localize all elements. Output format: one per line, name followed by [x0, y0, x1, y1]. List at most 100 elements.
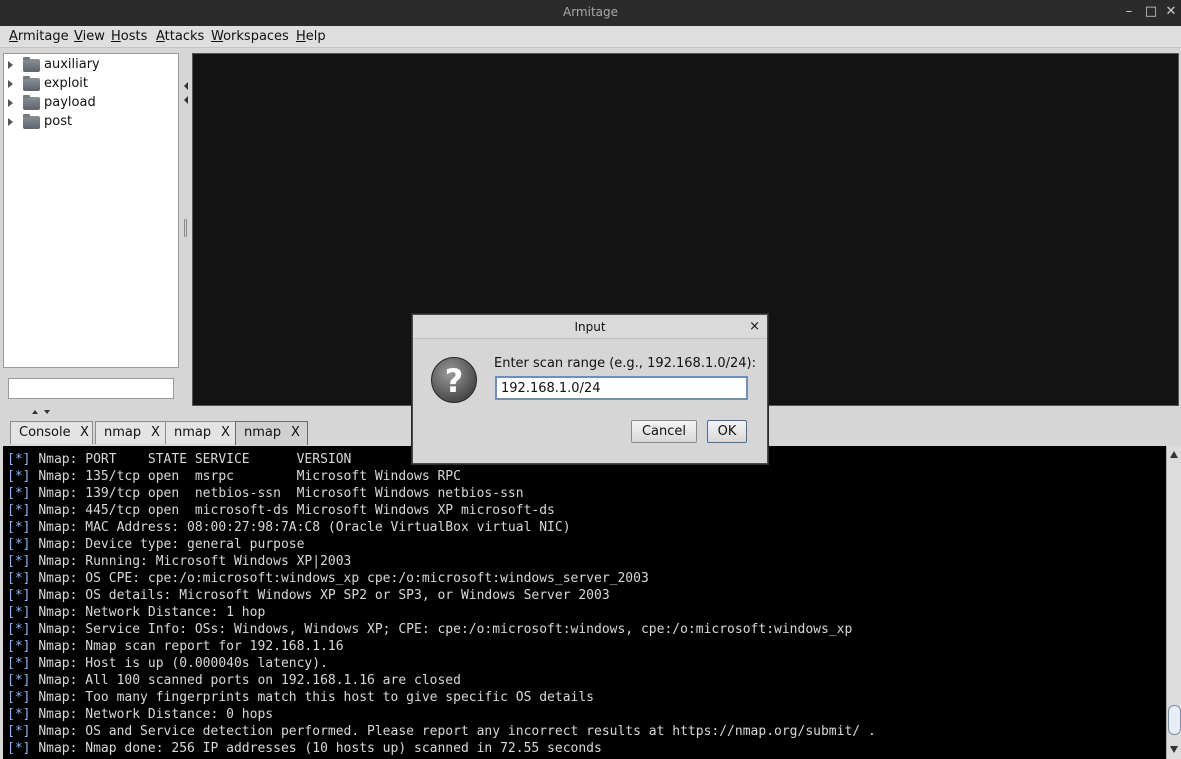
- menu-bar: Armitage View Hosts Attacks Workspaces H…: [0, 26, 1181, 48]
- console-line-prefix: [*]: [7, 503, 31, 518]
- folder-icon: [23, 57, 40, 72]
- console-scrollbar[interactable]: [1166, 446, 1181, 759]
- console-line: [*] Nmap: 139/tcp open netbios-ssn Micro…: [7, 486, 524, 503]
- console-line-text: Nmap: Too many fingerprints match this h…: [38, 690, 595, 705]
- collapse-left-icon[interactable]: [184, 96, 188, 104]
- console-line-prefix: [*]: [7, 486, 31, 501]
- tab-label: nmap: [244, 425, 282, 440]
- scroll-down-icon[interactable]: [1170, 746, 1178, 753]
- expand-down-icon[interactable]: [44, 410, 50, 414]
- console-line: [*] Nmap: Host is up (0.000040s latency)…: [7, 656, 328, 673]
- console-line: [*] Nmap: OS details: Microsoft Windows …: [7, 588, 610, 605]
- expand-triangle-icon[interactable]: [8, 99, 13, 107]
- menu-view[interactable]: View: [74, 29, 105, 44]
- tab-close-icon[interactable]: X: [80, 425, 89, 440]
- menu-armitage[interactable]: Armitage: [9, 29, 69, 44]
- console-line-prefix: [*]: [7, 622, 31, 637]
- console-line: [*] Nmap: OS and Service detection perfo…: [7, 724, 876, 741]
- console-line: [*] Nmap: Device type: general purpose: [7, 537, 304, 554]
- tab-nmap-active[interactable]: nmap X: [235, 421, 308, 445]
- cancel-button[interactable]: Cancel: [631, 420, 697, 443]
- tab-close-icon[interactable]: X: [151, 425, 160, 440]
- tree-item-label: post: [44, 114, 73, 129]
- input-dialog: Input × ? Enter scan range (e.g., 192.16…: [412, 314, 768, 464]
- console-output[interactable]: [*] Nmap: PORT STATE SERVICE VERSION [*] …: [3, 446, 1166, 759]
- tab-label: Console: [19, 425, 71, 440]
- console-line-text: Nmap: OS CPE: cpe:/o:microsoft:windows_x…: [38, 571, 649, 586]
- console-line-text: Nmap: Nmap done: 256 IP addresses (10 ho…: [38, 741, 602, 756]
- console-line: [*] Nmap: 445/tcp open microsoft-ds Micr…: [7, 503, 555, 520]
- expand-triangle-icon[interactable]: [8, 80, 13, 88]
- tree-item-label: payload: [44, 95, 96, 110]
- console-line-prefix: [*]: [7, 554, 31, 569]
- menu-attacks[interactable]: Attacks: [156, 29, 204, 44]
- console-line: [*] Nmap: Nmap scan report for 192.168.1…: [7, 639, 344, 656]
- console-line: [*] Nmap: Too many fingerprints match th…: [7, 690, 594, 707]
- tree-item-label: exploit: [44, 76, 88, 91]
- close-icon[interactable]: ✕: [1163, 4, 1179, 20]
- menu-help[interactable]: Help: [296, 29, 326, 44]
- console-line-prefix: [*]: [7, 707, 31, 722]
- window-titlebar: Armitage – □ ✕: [0, 0, 1181, 26]
- console-line-text: Nmap: Network Distance: 0 hops: [38, 707, 274, 722]
- console-line: [*] Nmap: PORT STATE SERVICE VERSION: [7, 452, 351, 469]
- scan-range-label: Enter scan range (e.g., 192.168.1.0/24):: [494, 356, 757, 371]
- tab-nmap[interactable]: nmap X: [95, 421, 167, 444]
- scroll-thumb[interactable]: [1168, 705, 1181, 735]
- question-icon: ?: [431, 357, 477, 403]
- splitter-grip-icon[interactable]: [184, 219, 187, 237]
- console-line-prefix: [*]: [7, 639, 31, 654]
- console-line-prefix: [*]: [7, 520, 31, 535]
- module-search-input[interactable]: [8, 378, 174, 399]
- console-line-text: Nmap: MAC Address: 08:00:27:98:7A:C8 (Or…: [38, 520, 571, 535]
- console-line-text: Nmap: Network Distance: 1 hop: [38, 605, 266, 620]
- minimize-icon[interactable]: –: [1121, 4, 1137, 20]
- console-line-prefix: [*]: [7, 690, 31, 705]
- console-line: [*] Nmap: OS CPE: cpe:/o:microsoft:windo…: [7, 571, 649, 588]
- console-line-prefix: [*]: [7, 673, 31, 688]
- expand-triangle-icon[interactable]: [8, 61, 13, 69]
- console-line-prefix: [*]: [7, 571, 31, 586]
- tree-item-auxiliary[interactable]: auxiliary: [4, 56, 174, 75]
- expand-up-icon[interactable]: [32, 410, 38, 414]
- expand-triangle-icon[interactable]: [8, 118, 13, 126]
- console-line-text: Nmap: Service Info: OSs: Windows, Window…: [38, 622, 853, 637]
- console-line-prefix: [*]: [7, 537, 31, 552]
- console-line-prefix: [*]: [7, 741, 31, 756]
- menu-workspaces[interactable]: Workspaces: [211, 29, 289, 44]
- folder-icon: [23, 95, 40, 110]
- scroll-up-icon[interactable]: [1170, 451, 1178, 458]
- module-tree: auxiliary exploit payload post: [3, 53, 179, 368]
- console-line-prefix: [*]: [7, 469, 31, 484]
- console-line-text: Nmap: OS and Service detection performed…: [38, 724, 876, 739]
- dialog-titlebar: Input ×: [413, 315, 767, 339]
- console-line-text: Nmap: 135/tcp open msrpc Microsoft Windo…: [38, 469, 461, 484]
- console-line-text: Nmap: All 100 scanned ports on 192.168.1…: [38, 673, 461, 688]
- console-line-prefix: [*]: [7, 452, 31, 467]
- console-line: [*] Nmap: Running: Microsoft Windows XP|…: [7, 554, 351, 571]
- maximize-icon[interactable]: □: [1143, 4, 1159, 20]
- tree-item-exploit[interactable]: exploit: [4, 75, 174, 94]
- tab-close-icon[interactable]: X: [221, 425, 230, 440]
- tree-item-label: auxiliary: [44, 57, 100, 72]
- console-line: [*] Nmap: Network Distance: 1 hop: [7, 605, 265, 622]
- dialog-close-icon[interactable]: ×: [749, 319, 760, 334]
- tree-item-post[interactable]: post: [4, 113, 174, 132]
- tab-label: nmap: [174, 425, 212, 440]
- tree-item-payload[interactable]: payload: [4, 94, 174, 113]
- menu-hosts[interactable]: Hosts: [111, 29, 147, 44]
- console-line: [*] Nmap: Network Distance: 0 hops: [7, 707, 273, 724]
- console-line-text: Nmap: Running: Microsoft Windows XP|2003: [38, 554, 352, 569]
- console-line-prefix: [*]: [7, 656, 31, 671]
- tab-console[interactable]: Console X: [10, 421, 93, 444]
- console-line-text: Nmap: Host is up (0.000040s latency).: [38, 656, 328, 671]
- folder-icon: [23, 76, 40, 91]
- ok-button[interactable]: OK: [707, 420, 747, 443]
- console-line-text: Nmap: OS details: Microsoft Windows XP S…: [38, 588, 610, 603]
- console-line-text: Nmap: 139/tcp open netbios-ssn Microsoft…: [38, 486, 524, 501]
- console-line: [*] Nmap: Service Info: OSs: Windows, Wi…: [7, 622, 852, 639]
- tab-nmap[interactable]: nmap X: [165, 421, 237, 444]
- scan-range-input[interactable]: 192.168.1.0/24: [495, 376, 748, 400]
- collapse-left-icon[interactable]: [184, 82, 188, 90]
- tab-close-icon[interactable]: X: [291, 425, 300, 440]
